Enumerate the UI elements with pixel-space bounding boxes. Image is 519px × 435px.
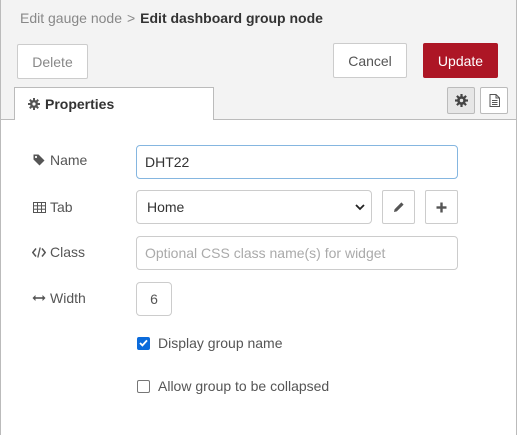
class-input[interactable]: Optional CSS class name(s) for widget	[136, 236, 458, 270]
name-label: Name	[50, 152, 88, 168]
display-group-name-label: Display group name	[158, 335, 283, 351]
allow-collapse-checkbox[interactable]	[137, 379, 150, 393]
plus-icon	[436, 202, 447, 213]
tab-select[interactable]: Home	[136, 190, 372, 224]
gear-icon	[28, 98, 40, 110]
check-icon	[139, 339, 148, 347]
settings-tab[interactable]	[447, 87, 475, 114]
width-button[interactable]: 6	[136, 282, 172, 316]
file-text-icon	[489, 94, 500, 107]
tray-toolbar: Delete Cancel Update	[1, 36, 516, 88]
pencil-icon	[393, 201, 405, 213]
display-group-name-checkbox[interactable]	[137, 336, 150, 350]
tab-label: Tab	[50, 199, 73, 215]
class-row: Class	[32, 242, 85, 262]
class-label: Class	[50, 244, 86, 260]
width-row: Width	[32, 288, 86, 308]
tab-bar: Properties	[1, 87, 516, 120]
edit-tab-button[interactable]	[382, 190, 415, 224]
allow-collapse-label: Allow group to be collapsed	[158, 378, 330, 394]
edit-tray: Edit gauge node > Edit dashboard group n…	[0, 0, 517, 435]
allow-collapse-row[interactable]: Allow group to be collapsed	[137, 377, 329, 395]
breadcrumb: Edit gauge node > Edit dashboard group n…	[1, 0, 516, 37]
cancel-button[interactable]: Cancel	[333, 43, 407, 78]
tab-row: Tab	[32, 197, 73, 217]
width-label: Width	[50, 290, 86, 306]
gear-icon	[454, 94, 468, 107]
breadcrumb-separator: >	[126, 10, 136, 26]
display-group-name-row[interactable]: Display group name	[137, 334, 283, 352]
name-row: Name	[32, 150, 87, 170]
arrows-h-icon	[32, 294, 46, 302]
breadcrumb-current: Edit dashboard group node	[140, 10, 323, 26]
class-placeholder: Optional CSS class name(s) for widget	[145, 245, 386, 261]
description-tab[interactable]	[480, 87, 508, 114]
tab-select-value: Home	[147, 199, 185, 215]
add-tab-button[interactable]	[425, 190, 458, 224]
breadcrumb-previous[interactable]: Edit gauge node	[20, 10, 122, 26]
code-icon	[32, 246, 46, 258]
table-icon	[32, 201, 46, 213]
tab-properties-label: Properties	[45, 96, 115, 112]
delete-button[interactable]: Delete	[17, 44, 88, 79]
tab-properties[interactable]: Properties	[14, 87, 214, 120]
update-button[interactable]: Update	[423, 43, 498, 78]
chevron-down-icon	[355, 202, 365, 212]
name-input[interactable]: DHT22	[136, 145, 458, 179]
tag-icon	[32, 154, 46, 166]
